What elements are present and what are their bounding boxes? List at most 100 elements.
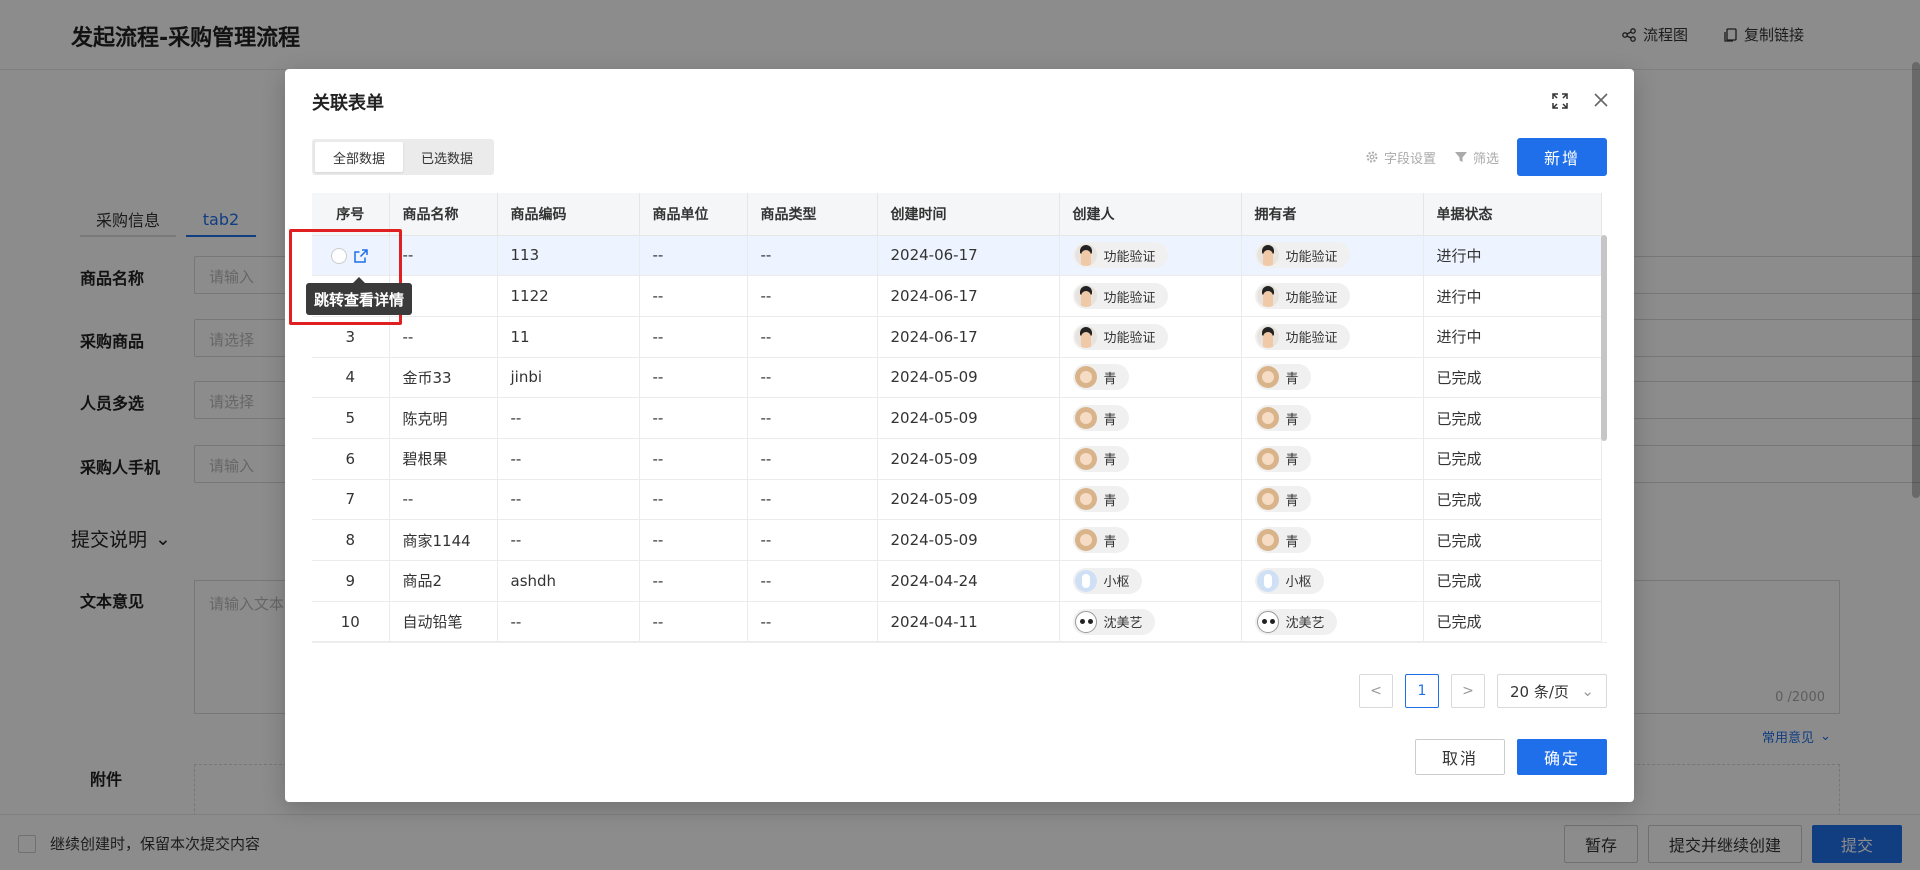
product-name-cell: 碧根果 — [389, 438, 498, 480]
pagination: < 1 > 20 条/页 ⌄ — [1359, 674, 1607, 708]
owner-cell: 功能验证 — [1241, 275, 1424, 317]
table-row[interactable]: 9 商品2 ashdh -- -- 2024-04-24 小枢 小枢 已完成 — [312, 560, 1602, 602]
column-header-unit: 商品单位 — [639, 193, 748, 236]
status-cell: 已完成 — [1423, 397, 1602, 439]
table-row[interactable]: 3 -- 11 -- -- 2024-06-17 功能验证 功能验证 进行中 — [312, 316, 1602, 358]
page-number-button[interactable]: 1 — [1405, 674, 1439, 708]
user-name: 功能验证 — [1285, 290, 1338, 306]
user-name: 青 — [1103, 493, 1117, 509]
add-new-button[interactable]: 新增 — [1517, 138, 1607, 176]
product-unit-cell: -- — [639, 275, 748, 317]
page-scrollbar[interactable] — [1912, 62, 1920, 498]
filter-label: 筛选 — [1472, 151, 1499, 167]
table-row[interactable]: 5 陈克明 -- -- -- 2024-05-09 青青已完成 — [312, 397, 1602, 439]
seq-cell: 4 — [312, 357, 390, 399]
product-name-cell: -- — [389, 235, 498, 277]
creator-cell: 功能验证 — [1059, 316, 1242, 358]
created-time-cell: 2024-04-24 — [877, 560, 1060, 602]
table-row[interactable]: 21122----2024-06-17功能验证功能验证进行中 — [312, 275, 1602, 317]
table-row[interactable]: -- 113 -- -- 2024-06-17 功能验证 功能验证 进行中 — [312, 235, 1602, 277]
product-type-cell: -- — [747, 235, 878, 277]
user-chip[interactable]: 青 — [1254, 364, 1311, 391]
product-name-cell: 商家1144 — [389, 519, 498, 561]
seq-cell: 7 — [312, 479, 390, 521]
owner-cell: 沈美艺 — [1241, 601, 1424, 642]
data-table: 序号 商品名称 商品编码 商品单位 商品类型 创建时间 创建人 拥有者 单据状态… — [312, 193, 1607, 643]
table-row[interactable]: 6 碧根果 -- -- -- 2024-05-09 青青已完成 — [312, 438, 1602, 480]
user-chip[interactable]: 青 — [1072, 486, 1129, 513]
user-chip[interactable]: 功能验证 — [1254, 242, 1350, 269]
status-cell: 进行中 — [1423, 316, 1602, 358]
product-unit-cell: -- — [639, 479, 748, 521]
user-chip[interactable]: 青 — [1072, 364, 1129, 391]
segment-all-data[interactable]: 全部数据 — [315, 142, 404, 172]
avatar — [1256, 569, 1279, 592]
user-chip[interactable]: 青 — [1254, 486, 1311, 513]
created-time-cell: 2024-06-17 — [877, 275, 1060, 317]
column-header-status: 单据状态 — [1423, 193, 1602, 236]
user-chip[interactable]: 青 — [1072, 405, 1129, 432]
seq-cell: 5 — [312, 397, 390, 439]
user-chip[interactable]: 功能验证 — [1072, 242, 1168, 269]
cancel-button[interactable]: 取消 — [1415, 739, 1505, 775]
status-cell: 已完成 — [1423, 519, 1602, 561]
status-cell: 进行中 — [1423, 275, 1602, 317]
user-name: 青 — [1285, 534, 1299, 550]
product-name-cell: 金币33 — [389, 357, 498, 399]
table-row[interactable]: 8 商家1144 -- -- -- 2024-05-09 青青已完成 — [312, 519, 1602, 561]
status-cell: 已完成 — [1423, 479, 1602, 521]
avatar — [1074, 488, 1097, 511]
owner-cell: 青 — [1241, 397, 1424, 439]
user-chip[interactable]: 青 — [1072, 527, 1129, 554]
table-row[interactable]: 10 自动铅笔 -- -- -- 2024-04-11 沈美艺 沈美艺 已完成 — [312, 601, 1602, 642]
segment-selected-data[interactable]: 已选数据 — [403, 142, 491, 172]
user-name: 小枢 — [1103, 575, 1130, 591]
user-chip[interactable]: 小枢 — [1072, 567, 1142, 594]
seq-cell: 9 — [312, 560, 390, 602]
avatar — [1256, 529, 1279, 552]
field-settings-button[interactable]: 字段设置 — [1365, 148, 1436, 167]
next-page-button[interactable]: > — [1451, 674, 1485, 708]
user-name: 青 — [1103, 453, 1117, 469]
user-name: 青 — [1103, 371, 1117, 387]
created-time-cell: 2024-05-09 — [877, 357, 1060, 399]
table-row[interactable]: 7 -- -- -- -- 2024-05-09 青青已完成 — [312, 479, 1602, 521]
user-chip[interactable]: 青 — [1254, 405, 1311, 432]
user-chip[interactable]: 功能验证 — [1254, 323, 1350, 350]
table-scrollbar[interactable] — [1601, 235, 1607, 441]
creator-cell: 小枢 — [1059, 560, 1242, 602]
creator-cell: 青 — [1059, 519, 1242, 561]
created-time-cell: 2024-06-17 — [877, 235, 1060, 277]
user-chip[interactable]: 青 — [1072, 445, 1129, 472]
user-chip[interactable]: 青 — [1254, 445, 1311, 472]
creator-cell: 功能验证 — [1059, 275, 1242, 317]
table-row[interactable]: 4 金币33 jinbi -- -- 2024-05-09 青青已完成 — [312, 357, 1602, 399]
modal-title: 关联表单 — [312, 93, 384, 114]
creator-cell: 沈美艺 — [1059, 601, 1242, 642]
column-header-owner: 拥有者 — [1241, 193, 1424, 236]
product-code-cell: -- — [497, 438, 640, 480]
page-size-value: 20 条/页 — [1510, 682, 1569, 701]
user-chip[interactable]: 功能验证 — [1072, 283, 1168, 310]
user-chip[interactable]: 功能验证 — [1254, 283, 1350, 310]
product-unit-cell: -- — [639, 316, 748, 358]
table-header-row: 序号 商品名称 商品编码 商品单位 商品类型 创建时间 创建人 拥有者 单据状态 — [312, 193, 1602, 236]
product-code-cell: jinbi — [497, 357, 640, 399]
user-name: 青 — [1285, 453, 1299, 469]
user-chip[interactable]: 沈美艺 — [1072, 608, 1155, 635]
user-chip[interactable]: 青 — [1254, 527, 1311, 554]
user-name: 青 — [1285, 371, 1299, 387]
user-chip[interactable]: 功能验证 — [1072, 323, 1168, 350]
table-toolbar: 字段设置 筛选 新增 — [1365, 138, 1607, 176]
user-chip[interactable]: 沈美艺 — [1254, 608, 1337, 635]
filter-button[interactable]: 筛选 — [1454, 148, 1499, 167]
created-time-cell: 2024-05-09 — [877, 519, 1060, 561]
close-icon[interactable] — [1590, 89, 1612, 111]
product-type-cell: -- — [747, 438, 878, 480]
fullscreen-icon[interactable] — [1550, 91, 1570, 111]
prev-page-button[interactable]: < — [1359, 674, 1393, 708]
page-size-select[interactable]: 20 条/页 ⌄ — [1497, 674, 1607, 708]
confirm-button[interactable]: 确定 — [1517, 739, 1607, 775]
user-chip[interactable]: 小枢 — [1254, 567, 1324, 594]
column-header-type: 商品类型 — [747, 193, 878, 236]
